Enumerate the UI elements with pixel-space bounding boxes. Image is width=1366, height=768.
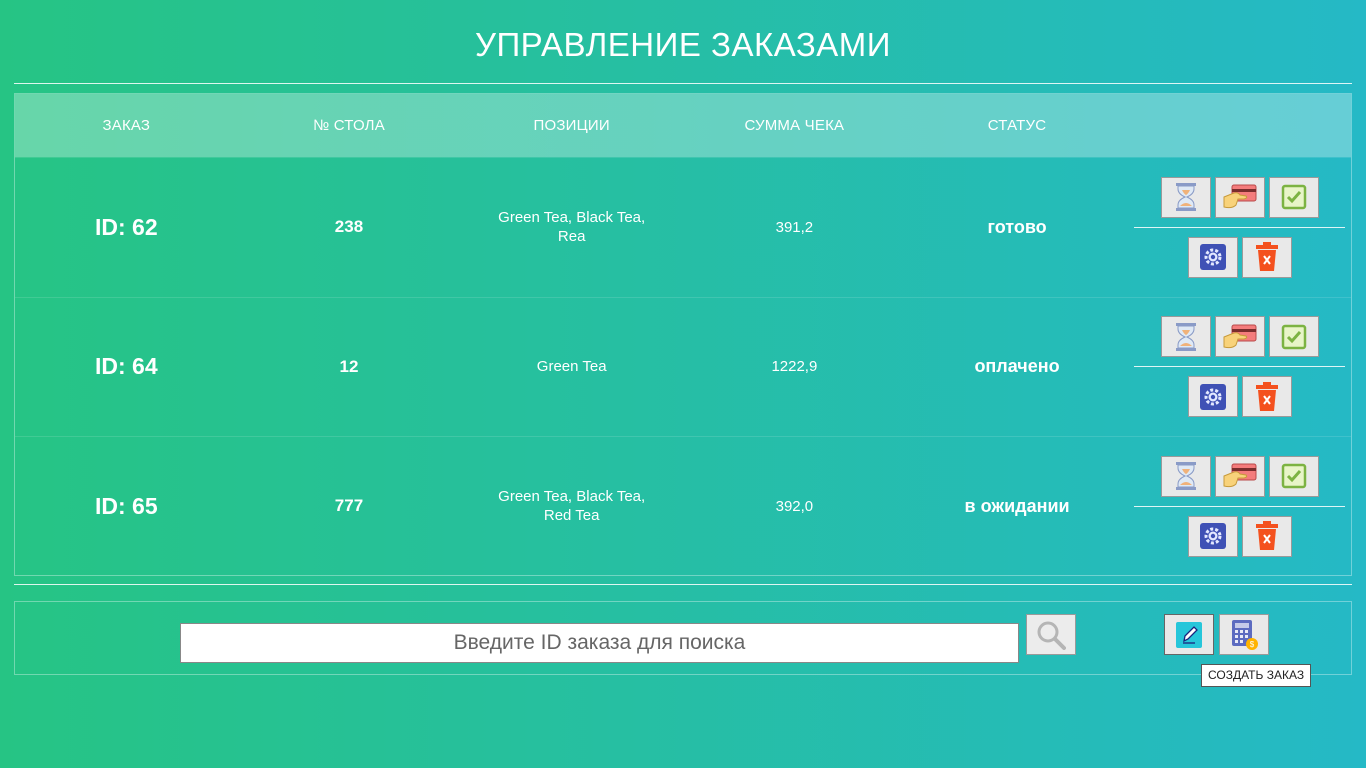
edit-note-icon [1176,621,1202,648]
set-ready-button[interactable] [1268,316,1319,358]
order-items: Green Tea, Black Tea, Rea [498,209,646,246]
order-items: Green Tea [536,358,607,376]
set-waiting-button[interactable] [1160,316,1211,358]
checkmark-icon [1281,324,1306,349]
set-paid-button[interactable] [1214,176,1265,218]
search-button[interactable] [1026,614,1076,655]
search-input[interactable] [180,623,1019,663]
order-sum: 1222,9 [771,358,818,376]
gear-icon [1199,523,1226,550]
credit-card-icon [1223,324,1257,348]
svg-text:$: $ [1250,640,1255,649]
order-id: ID: 64 [95,353,158,380]
action-divider [1134,505,1346,507]
order-status: в ожидании [964,495,1070,516]
edit-order-button[interactable] [1187,515,1238,557]
action-divider [1134,366,1346,368]
action-divider [1134,226,1346,228]
hourglass-icon [1175,462,1196,491]
order-id: ID: 62 [95,213,158,240]
create-order-tooltip: СОЗДАТЬ ЗАКАЗ [1201,664,1312,687]
column-header-status: СТАТУС [987,117,1047,134]
table-number: 238 [334,217,364,237]
order-status: готово [987,216,1047,237]
column-header-table: № СТОЛА [313,117,385,134]
credit-card-icon [1223,184,1257,209]
order-status: оплачено [974,356,1060,377]
orders-table: ЗАКАЗ № СТОЛА ПОЗИЦИИ СУММА ЧЕКА СТАТУС … [14,93,1352,576]
calculator-button[interactable]: $ [1219,614,1269,655]
row-actions [1128,176,1351,278]
set-ready-button[interactable] [1268,455,1319,497]
create-order-button[interactable] [1164,614,1214,655]
footer-divider [14,584,1352,585]
set-paid-button[interactable] [1214,316,1265,358]
table-header: ЗАКАЗ № СТОЛА ПОЗИЦИИ СУММА ЧЕКА СТАТУС [15,94,1351,157]
row-actions [1128,316,1351,418]
gear-icon [1199,383,1226,410]
checkmark-icon [1281,185,1306,210]
set-waiting-button[interactable] [1160,455,1211,497]
table-number: 12 [339,356,359,376]
column-header-items: ПОЗИЦИИ [533,117,610,134]
checkmark-icon [1281,464,1306,489]
table-number: 777 [334,496,364,516]
order-items: Green Tea, Black Tea, Red Tea [498,488,646,525]
edit-order-button[interactable] [1187,376,1238,418]
column-header-sum: СУММА ЧЕКА [744,117,845,134]
header-divider [14,83,1352,84]
gear-icon [1199,244,1226,271]
set-waiting-button[interactable] [1160,176,1211,218]
trash-icon [1255,521,1278,551]
set-paid-button[interactable] [1214,455,1265,497]
order-sum: 392,0 [775,497,814,515]
delete-order-button[interactable] [1241,376,1292,418]
edit-order-button[interactable] [1187,236,1238,278]
hourglass-icon [1175,322,1196,351]
order-id: ID: 65 [95,492,158,519]
set-ready-button[interactable] [1268,176,1319,218]
magnifier-icon [1037,621,1066,650]
order-sum: 391,2 [775,218,814,236]
calculator-icon: $ [1232,619,1258,650]
hourglass-icon [1175,183,1196,212]
page-title: УПРАВЛЕНИЕ ЗАКАЗАМИ [475,26,891,63]
table-row: ID: 65 777 Green Tea, Black Tea, Red Tea… [15,436,1351,576]
delete-order-button[interactable] [1241,236,1292,278]
trash-icon [1255,242,1278,272]
delete-order-button[interactable] [1241,515,1292,557]
trash-icon [1255,381,1278,411]
search-bar: $ [14,601,1352,675]
credit-card-icon [1223,463,1257,488]
column-header-order: ЗАКАЗ [102,117,151,134]
table-row: ID: 62 238 Green Tea, Black Tea, Rea 391… [15,157,1351,297]
row-actions [1128,455,1351,557]
table-row: ID: 64 12 Green Tea 1222,9 оплачено [15,296,1351,437]
